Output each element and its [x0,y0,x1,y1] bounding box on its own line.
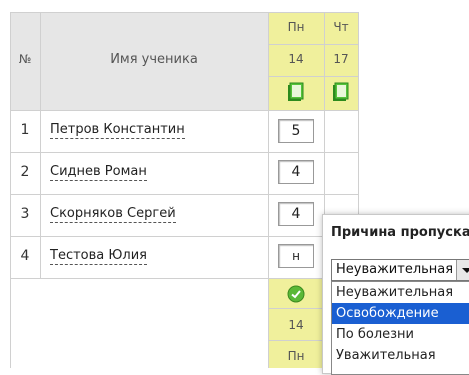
day2-weekday: Чт [333,20,349,34]
grid-line [268,308,324,309]
grid-line [10,194,358,195]
absence-reason-options: Неуважительная Освобождение По болезни У… [331,281,469,375]
option-item[interactable]: Освобождение [332,303,469,324]
popup-title: Причина пропуска [331,225,469,240]
option-item[interactable]: По болезни [332,324,469,345]
grid-line [10,278,358,279]
absence-reason-select[interactable]: Неуважительная [331,259,469,281]
student-name-link[interactable]: Сиднев Роман [50,164,147,181]
grade-input[interactable]: 5 [278,119,314,143]
option-item[interactable]: Неуважительная [332,282,469,303]
header-num-label: № [18,52,32,66]
grade-input[interactable]: н [278,244,314,268]
save-check-icon[interactable] [287,285,305,303]
grid-line [10,110,358,111]
row-number: 3 [20,206,30,222]
grid-line [268,76,358,77]
student-name-link[interactable]: Скорняков Сергей [50,206,176,223]
grid-line [10,236,358,237]
footer-weekday: Пн [287,349,305,363]
grid-line [10,152,358,153]
header-name-label: Имя ученика [110,52,198,67]
grid-line [10,12,358,13]
journal-book-icon[interactable] [286,82,306,102]
option-item[interactable]: Уважительная [332,345,469,366]
grid-line [268,44,358,45]
day1-date: 14 [288,52,304,66]
footer-date: 14 [288,318,304,332]
dropdown-arrow-icon[interactable] [456,260,469,280]
day2-date: 17 [333,52,349,66]
row-number: 1 [20,122,30,138]
absence-reason-popup: Причина пропуска Неуважительная Неуважит… [322,214,469,375]
grid-line [268,340,324,341]
student-name-link[interactable]: Петров Константин [50,122,185,139]
grade-input[interactable]: 4 [278,160,314,184]
grade-input[interactable]: 4 [278,202,314,226]
student-name-link[interactable]: Тестова Юлия [50,248,147,265]
row-number: 2 [20,164,30,180]
day1-weekday: Пн [287,20,305,34]
select-value: Неуважительная [336,262,454,277]
journal-book-icon[interactable] [331,82,351,102]
row-number: 4 [20,248,30,264]
